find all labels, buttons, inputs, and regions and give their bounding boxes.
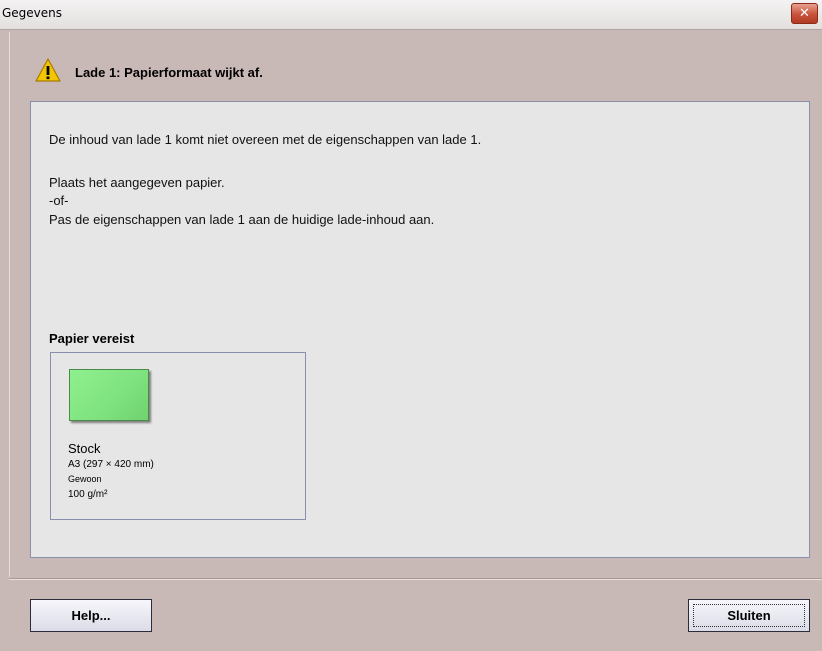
paper-size: A3 (297 × 420 mm) xyxy=(68,459,154,470)
message-line-3: -of- xyxy=(49,193,69,208)
paper-type: Gewoon xyxy=(68,474,102,484)
alert-title: Lade 1: Papierformaat wijkt af. xyxy=(75,65,263,80)
alert-header: Lade 1: Papierformaat wijkt af. xyxy=(35,57,535,87)
paper-required-label: Papier vereist xyxy=(49,331,135,346)
paper-swatch-icon xyxy=(69,369,149,421)
window-title: Gegevens xyxy=(2,6,63,20)
focus-ring xyxy=(693,604,805,627)
footer-divider xyxy=(9,578,822,580)
close-icon: ✕ xyxy=(799,6,810,21)
paper-required-box: Stock A3 (297 × 420 mm) Gewoon 100 g/m² xyxy=(50,352,306,520)
close-window-button[interactable]: ✕ xyxy=(791,3,818,24)
paper-weight: 100 g/m² xyxy=(68,489,108,500)
close-button[interactable]: Sluiten xyxy=(688,599,810,632)
message-line-2: Plaats het aangegeven papier. xyxy=(49,175,225,190)
warning-icon xyxy=(35,58,61,82)
help-button-label: Help... xyxy=(71,608,111,623)
paper-name: Stock xyxy=(68,441,101,456)
title-bar: Gegevens ✕ xyxy=(0,0,822,30)
content-panel: De inhoud van lade 1 komt niet overeen m… xyxy=(30,101,810,558)
message-line-4: Pas de eigenschappen van lade 1 aan de h… xyxy=(49,212,435,227)
help-button[interactable]: Help... xyxy=(30,599,152,632)
message-line-1: De inhoud van lade 1 komt niet overeen m… xyxy=(49,132,482,147)
